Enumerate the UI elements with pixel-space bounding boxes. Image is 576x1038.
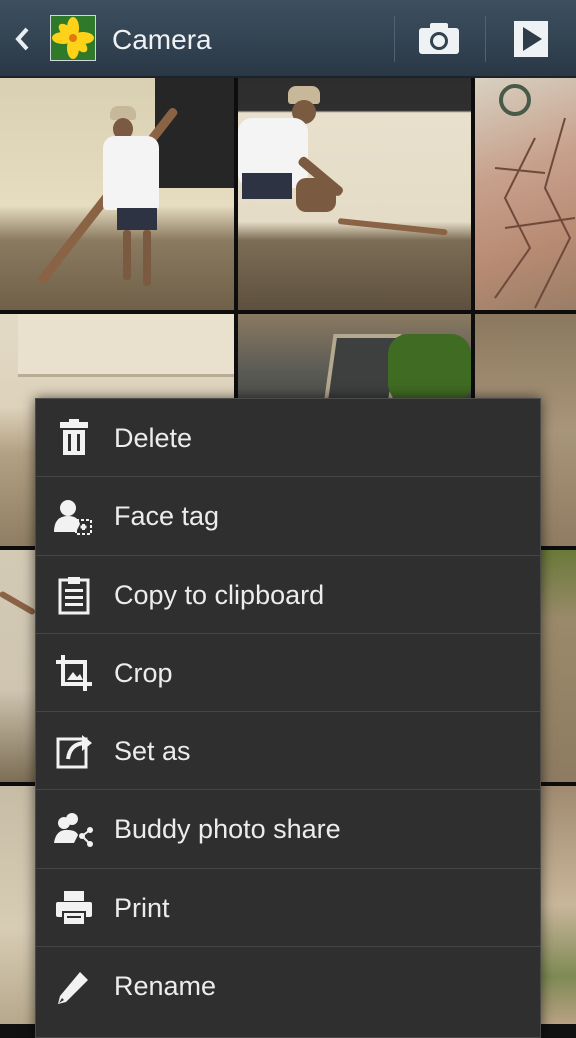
menu-item-rename[interactable]: Rename [36,947,540,1025]
trash-icon [60,419,88,455]
print-icon [56,890,92,926]
context-menu: Delete Face tag Copy to clipboard Crop S… [35,398,541,1038]
menu-item-face-tag[interactable]: Face tag [36,477,540,556]
play-icon [514,21,548,57]
menu-item-label: Face tag [114,501,220,532]
photo-thumbnail[interactable] [238,78,471,310]
chevron-left-icon [15,27,29,51]
menu-item-label: Copy to clipboard [114,579,325,610]
clipboard-icon [58,576,90,615]
camera-icon [419,23,459,54]
menu-item-crop[interactable]: Crop [36,634,540,713]
pencil-icon [58,972,88,1005]
flower-thumbnail-icon [51,16,95,60]
action-bar: Camera [0,0,576,78]
back-button[interactable] [0,0,48,78]
menu-item-label: Print [114,892,170,923]
menu-item-label: Crop [114,657,173,688]
menu-item-label: Delete [114,423,193,453]
buddy-share-icon [54,813,93,848]
set-as-icon [56,735,92,769]
menu-item-copy-to-clipboard[interactable]: Copy to clipboard [36,556,540,634]
album-thumbnail[interactable] [50,15,96,61]
menu-item-print[interactable]: Print [36,869,540,948]
menu-item-label: Set as [114,736,191,767]
face-tag-icon [54,500,92,536]
photo-thumbnail[interactable] [0,78,234,310]
menu-item-set-as[interactable]: Set as [36,712,540,791]
photo-thumbnail[interactable] [475,78,576,310]
menu-item-label: Rename [114,971,217,1002]
menu-item-delete[interactable]: Delete [36,399,540,478]
page-title: Camera [112,24,212,55]
menu-item-label: Buddy photo share [114,814,341,845]
menu-item-buddy-photo-share[interactable]: Buddy photo share [36,790,540,869]
crop-icon [56,654,92,691]
slideshow-button[interactable] [486,0,576,78]
camera-button[interactable] [395,0,485,78]
